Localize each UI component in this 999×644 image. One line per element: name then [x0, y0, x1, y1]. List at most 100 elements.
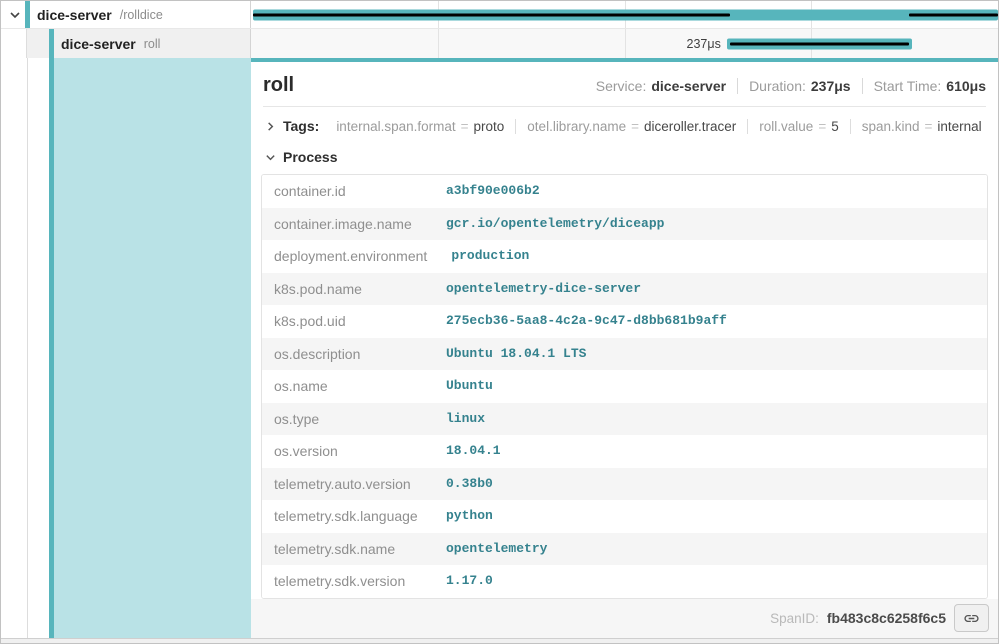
attribute-value: opentelemetry-dice-server — [434, 273, 987, 306]
process-attributes-table: container.id a3bf90e006b2 container.imag… — [261, 174, 988, 599]
attribute-key: k8s.pod.uid — [262, 305, 434, 338]
attribute-key: deployment.environment — [262, 240, 439, 273]
tag-key: internal.span.format — [336, 119, 455, 134]
overview-value: dice-server — [651, 78, 726, 94]
attribute-value: 275ecb36-5aa8-4c2a-9c47-d8bb681b9aff — [434, 305, 987, 338]
table-row: os.type linux — [262, 403, 987, 436]
link-icon — [963, 610, 980, 627]
span-duration-label: 237μs — [687, 37, 721, 51]
span-detail-panel: roll Service:dice-server Duration: 237μs … — [251, 58, 998, 638]
jaeger-trace-detail-view: dice-server /rolldice dice-server roll 2… — [0, 0, 999, 644]
overview-item: Start Time:610μs — [862, 78, 986, 94]
attribute-value: Ubuntu — [434, 370, 987, 403]
tag-value: internal — [937, 119, 981, 134]
table-row: k8s.pod.uid 275ecb36-5aa8-4c2a-9c47-d8bb… — [262, 305, 987, 338]
attribute-value: Ubuntu 18.04.1 LTS — [434, 338, 987, 371]
chevron-down-icon[interactable] — [9, 9, 21, 21]
overview-label: Start Time: — [874, 78, 942, 94]
span-overview: Service:dice-server Duration: 237μs Start… — [585, 78, 986, 94]
service-name: dice-server — [61, 36, 136, 52]
detail-footer: SpanID: fb483c8c6258f6c5 — [251, 599, 998, 639]
attribute-value: 0.38b0 — [434, 468, 987, 501]
indent-guide-line — [27, 58, 28, 638]
spanid-label: SpanID: — [770, 611, 819, 626]
overview-label: Duration: — [749, 78, 806, 94]
table-row: deployment.environment production — [262, 240, 987, 273]
attribute-key: container.id — [262, 175, 434, 208]
span-operation-title: roll — [263, 74, 294, 97]
span-bar[interactable] — [253, 9, 998, 20]
span-name-cell[interactable]: dice-server roll — [1, 29, 251, 58]
attribute-value: 1.17.0 — [434, 565, 987, 598]
attribute-key: k8s.pod.name — [262, 273, 434, 306]
tag-key: otel.library.name — [527, 119, 626, 134]
table-row: os.description Ubuntu 18.04.1 LTS — [262, 338, 987, 371]
attribute-value: opentelemetry — [434, 533, 987, 566]
service-name: dice-server — [37, 7, 112, 23]
attribute-value: gcr.io/opentelemetry/diceapp — [434, 208, 987, 241]
table-row: container.id a3bf90e006b2 — [262, 175, 987, 208]
tag-equals: = — [461, 119, 469, 134]
table-row: container.image.name gcr.io/opentelemetr… — [262, 208, 987, 241]
tag-item: span.kind = internal — [850, 119, 993, 134]
critical-path-segment — [909, 13, 998, 16]
overview-item: Duration: 237μs — [737, 78, 862, 94]
span-tree-gutter — [1, 58, 251, 638]
detail-header: roll Service:dice-server Duration: 237μs … — [263, 62, 986, 107]
span-detail-row: roll Service:dice-server Duration: 237μs … — [1, 58, 998, 638]
indent-guide — [1, 29, 27, 58]
table-row: telemetry.sdk.name opentelemetry — [262, 533, 987, 566]
operation-name: roll — [144, 37, 161, 51]
timeline-cell: 237μs — [251, 29, 998, 58]
table-row: k8s.pod.name opentelemetry-dice-server — [262, 273, 987, 306]
span-row-rolldice[interactable]: dice-server /rolldice — [1, 1, 998, 29]
span-name-cell[interactable]: dice-server /rolldice — [1, 1, 251, 28]
copy-span-link-button[interactable] — [954, 604, 989, 632]
attribute-key: telemetry.sdk.language — [262, 500, 434, 533]
attribute-key: os.description — [262, 338, 434, 371]
tag-item: internal.span.format = proto — [325, 119, 515, 134]
attribute-value: 18.04.1 — [434, 435, 987, 468]
tags-summary: internal.span.format = proto otel.library.… — [325, 119, 992, 134]
critical-path-segment — [253, 13, 730, 16]
timeline-cell — [251, 1, 998, 28]
tag-key: span.kind — [862, 119, 920, 134]
tag-value: 5 — [831, 119, 839, 134]
tag-value: diceroller.tracer — [644, 119, 736, 134]
tag-key: roll.value — [759, 119, 813, 134]
bottom-strip — [1, 638, 998, 643]
attribute-key: container.image.name — [262, 208, 434, 241]
span-bar[interactable] — [727, 38, 912, 49]
tag-equals: = — [818, 119, 826, 134]
process-section-label: Process — [283, 149, 337, 165]
table-row: os.name Ubuntu — [262, 370, 987, 403]
overview-value: 610μs — [946, 78, 986, 94]
span-row-roll[interactable]: dice-server roll 237μs — [1, 29, 998, 58]
tags-section-toggle[interactable]: Tags: internal.span.format = proto otel.li… — [251, 107, 998, 140]
attribute-key: telemetry.sdk.name — [262, 533, 434, 566]
overview-label: Service: — [596, 78, 647, 94]
attribute-key: os.name — [262, 370, 434, 403]
table-row: os.version 18.04.1 — [262, 435, 987, 468]
service-color-bar — [25, 1, 30, 28]
attribute-value: linux — [434, 403, 987, 436]
tag-equals: = — [631, 119, 639, 134]
process-section-toggle[interactable]: Process — [251, 140, 998, 172]
attribute-key: telemetry.sdk.version — [262, 565, 434, 598]
overview-value: 237μs — [811, 78, 851, 94]
tag-equals: = — [925, 119, 933, 134]
tags-section-label: Tags: — [283, 118, 319, 134]
timeline-gridline — [625, 29, 626, 58]
attribute-value: python — [434, 500, 987, 533]
critical-path-segment — [730, 42, 910, 45]
tag-item: otel.library.name = diceroller.tracer — [515, 119, 747, 134]
overview-item: Service:dice-server — [585, 78, 737, 94]
table-row: telemetry.sdk.version 1.17.0 — [262, 565, 987, 598]
span-rows: dice-server /rolldice dice-server roll 2… — [1, 1, 998, 58]
tag-value: proto — [474, 119, 505, 134]
service-color-bar — [49, 29, 54, 58]
operation-name: /rolldice — [120, 8, 163, 22]
table-row: telemetry.sdk.language python — [262, 500, 987, 533]
table-row: telemetry.auto.version 0.38b0 — [262, 468, 987, 501]
attribute-value: production — [439, 240, 987, 273]
